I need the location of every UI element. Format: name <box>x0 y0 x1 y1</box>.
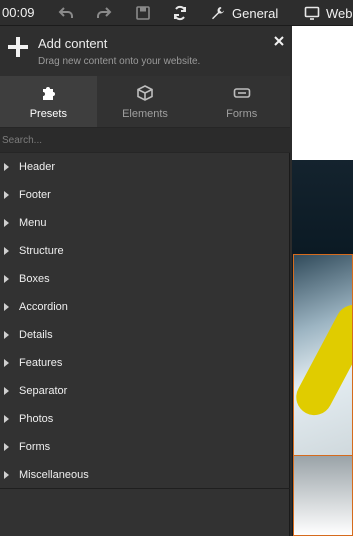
close-icon <box>274 36 284 46</box>
list-item-menu[interactable]: Menu <box>0 209 290 237</box>
panel-divider <box>0 488 290 489</box>
list-item-label: Forms <box>19 441 51 453</box>
list-item-details[interactable]: Details <box>0 321 290 349</box>
save-button[interactable] <box>133 3 153 23</box>
caret-right-icon <box>4 275 9 283</box>
list-item-label: Menu <box>19 217 47 229</box>
list-item-label: Footer <box>19 189 51 201</box>
search-bar <box>0 127 290 153</box>
tab-presets[interactable]: Presets <box>0 76 97 127</box>
list-item-photos[interactable]: Photos <box>0 405 290 433</box>
list-item-accordion[interactable]: Accordion <box>0 293 290 321</box>
add-content-panel: Add content Drag new content onto your w… <box>0 26 291 536</box>
list-item-structure[interactable]: Structure <box>0 237 290 265</box>
list-item-label: Accordion <box>19 301 68 313</box>
list-item-separator[interactable]: Separator <box>0 377 290 405</box>
puzzle-icon <box>43 87 56 100</box>
caret-right-icon <box>4 163 9 171</box>
caret-right-icon <box>4 247 9 255</box>
list-item-label: Features <box>19 357 63 369</box>
list-item-label: Separator <box>19 385 68 397</box>
wrench-icon <box>212 7 224 20</box>
preview-lower-block[interactable] <box>293 456 353 536</box>
list-item-boxes[interactable]: Boxes <box>0 265 290 293</box>
tab-forms-label: Forms <box>226 108 258 120</box>
list-item-miscellaneous[interactable]: Miscellaneous <box>0 461 290 489</box>
top-toolbar: 00:09 General Web <box>0 0 353 26</box>
monitor-icon <box>304 6 320 20</box>
panel-header: Add content Drag new content onto your w… <box>0 26 290 76</box>
panel-subtitle: Drag new content onto your website. <box>38 56 201 67</box>
close-button[interactable] <box>272 34 286 48</box>
caret-right-icon <box>4 191 9 199</box>
tab-elements[interactable]: Elements <box>96 76 194 127</box>
caret-right-icon <box>4 415 9 423</box>
cube-icon <box>137 85 153 101</box>
preview-dark-band <box>292 160 353 254</box>
save-icon <box>136 6 150 20</box>
redo-icon <box>97 7 112 18</box>
caret-right-icon <box>4 471 9 479</box>
list-item-label: Structure <box>19 245 64 257</box>
general-settings-button[interactable]: General <box>210 3 278 23</box>
list-item-label: Details <box>19 329 53 341</box>
general-label: General <box>232 5 279 21</box>
list-item-footer[interactable]: Footer <box>0 181 290 209</box>
tab-presets-label: Presets <box>29 108 67 120</box>
panel-title: Add content <box>38 36 108 51</box>
plus-icon <box>8 37 28 57</box>
caret-right-icon <box>4 443 9 451</box>
preview-white-section <box>292 26 353 160</box>
caret-right-icon <box>4 359 9 367</box>
website-preview <box>292 26 353 536</box>
caret-right-icon <box>4 219 9 227</box>
list-item-label: Header <box>19 161 56 173</box>
list-item-label: Photos <box>19 413 54 425</box>
content-tabs: Presets Elements Forms <box>0 76 291 127</box>
refresh-button[interactable] <box>170 3 190 23</box>
caret-right-icon <box>4 387 9 395</box>
redo-button[interactable] <box>94 3 114 23</box>
web-view-button[interactable]: Web <box>304 3 353 23</box>
list-item-label: Miscellaneous <box>19 469 89 481</box>
caret-right-icon <box>4 303 9 311</box>
undo-icon <box>58 7 73 18</box>
tab-forms[interactable]: Forms <box>193 76 291 127</box>
tab-elements-label: Elements <box>122 108 168 120</box>
list-item-header[interactable]: Header <box>0 153 290 181</box>
list-item-forms[interactable]: Forms <box>0 433 290 461</box>
preset-category-list: Header Footer Menu Structure Boxes Accor… <box>0 153 290 489</box>
form-field-icon <box>233 88 250 98</box>
undo-button[interactable] <box>56 3 76 23</box>
list-item-label: Boxes <box>19 273 50 285</box>
refresh-icon <box>174 5 186 21</box>
search-input[interactable] <box>0 128 290 152</box>
web-label: Web <box>326 5 353 21</box>
caret-right-icon <box>4 331 9 339</box>
preview-selected-photo-block[interactable] <box>293 254 353 456</box>
list-item-features[interactable]: Features <box>0 349 290 377</box>
time-display: 00:09 <box>2 5 35 20</box>
